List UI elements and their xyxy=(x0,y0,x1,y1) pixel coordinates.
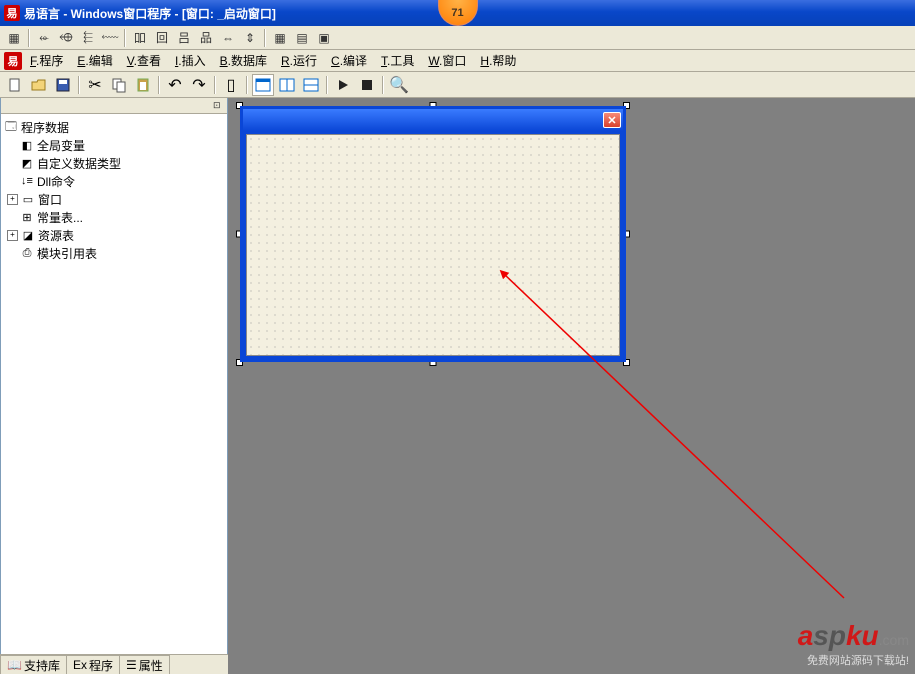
pin-icon[interactable]: ⊡ xyxy=(213,100,225,112)
save-icon[interactable] xyxy=(52,74,74,96)
separator xyxy=(28,29,30,47)
tab-program[interactable]: Ex程序 xyxy=(66,655,120,674)
book-icon: 📖 xyxy=(7,658,22,672)
watermark-brand: aspku.com xyxy=(798,620,909,652)
menu-window[interactable]: W.窗口 xyxy=(422,50,472,71)
tree-node-types[interactable]: ◩自定义数据类型 xyxy=(3,154,225,172)
design-form-window[interactable]: ✕ xyxy=(240,106,626,362)
watermark: aspku.com 免费网站源码下载站! xyxy=(798,620,909,668)
align-right-icon[interactable]: ⬲ xyxy=(56,28,76,48)
copy-icon[interactable] xyxy=(108,74,130,96)
code-icon: Ex xyxy=(73,658,87,672)
tree-node-const[interactable]: ⊞常量表... xyxy=(3,208,225,226)
paste-icon[interactable] xyxy=(132,74,154,96)
separator xyxy=(246,76,248,94)
bookmark-icon[interactable]: ▯ xyxy=(220,74,242,96)
equal-w-icon[interactable]: ⇔ xyxy=(218,28,238,48)
view-form-icon[interactable] xyxy=(252,74,274,96)
center-h-icon[interactable]: 吕 xyxy=(174,28,194,48)
window-titlebar: 易 易语言 - Windows窗口程序 - [窗口: _启动窗口] 71 xyxy=(0,0,915,26)
tb1-btn-1[interactable]: ▦ xyxy=(4,28,24,48)
align-top-icon[interactable]: ⬱ xyxy=(78,28,98,48)
badge: 71 xyxy=(438,0,478,26)
separator xyxy=(124,29,126,47)
dll-icon: ↓≡ xyxy=(19,174,35,188)
tab-support[interactable]: 📖支持库 xyxy=(0,655,67,674)
design-form-titlebar[interactable]: ✕ xyxy=(243,109,623,131)
run-icon[interactable] xyxy=(332,74,354,96)
lock-icon[interactable]: ▣ xyxy=(314,28,334,48)
open-icon[interactable] xyxy=(28,74,50,96)
cut-icon[interactable]: ✂ xyxy=(84,74,106,96)
menu-help[interactable]: H.帮助 xyxy=(474,50,522,71)
folder-icon: 🗔 xyxy=(3,120,19,134)
menu-db[interactable]: B.数据库 xyxy=(214,50,273,71)
menu-edit[interactable]: E.编辑 xyxy=(71,50,118,71)
res-icon: ◪ xyxy=(20,228,36,242)
find-icon[interactable]: 🔍 xyxy=(388,74,410,96)
center-v-icon[interactable]: 品 xyxy=(196,28,216,48)
watermark-subtitle: 免费网站源码下载站! xyxy=(798,652,909,668)
tree-header: ⊡ xyxy=(1,98,227,114)
form-selection[interactable]: ✕ xyxy=(240,106,626,362)
design-form-client[interactable] xyxy=(246,134,620,356)
tree-node-windows[interactable]: +▭窗口 xyxy=(3,190,225,208)
menu-insert[interactable]: I.插入 xyxy=(169,50,212,71)
grid-icon[interactable]: ▦ xyxy=(270,28,290,48)
dist-v-icon[interactable]: 回 xyxy=(152,28,172,48)
menu-compile[interactable]: C.编译 xyxy=(325,50,373,71)
separator xyxy=(382,76,384,94)
menu-file[interactable]: F.程序 xyxy=(24,50,69,71)
project-tree-panel: ⊡ 🗔程序数据 ◧全局变量 ◩自定义数据类型 ↓≡Dll命令 +▭窗口 ⊞常量表… xyxy=(0,98,228,674)
view-split-icon[interactable] xyxy=(276,74,298,96)
app-icon: 易 xyxy=(4,5,20,21)
e-logo-icon: 易 xyxy=(4,52,22,70)
main-area: ⊡ 🗔程序数据 ◧全局变量 ◩自定义数据类型 ↓≡Dll命令 +▭窗口 ⊞常量表… xyxy=(0,98,915,674)
module-icon: ⎙ xyxy=(19,246,35,260)
window-icon: ▭ xyxy=(20,192,36,206)
separator xyxy=(78,76,80,94)
view-code-icon[interactable] xyxy=(300,74,322,96)
var-icon: ◧ xyxy=(19,138,35,152)
tree-node-res[interactable]: +◪资源表 xyxy=(3,226,225,244)
tree-node-globals[interactable]: ◧全局变量 xyxy=(3,136,225,154)
const-icon: ⊞ xyxy=(19,210,35,224)
equal-h-icon[interactable]: ⇕ xyxy=(240,28,260,48)
expand-icon[interactable]: + xyxy=(7,230,18,241)
align-left-icon[interactable]: ⬰ xyxy=(34,28,54,48)
tree-root[interactable]: 🗔程序数据 xyxy=(3,118,225,136)
tree-node-mod[interactable]: ⎙模块引用表 xyxy=(3,244,225,262)
menu-run[interactable]: R.运行 xyxy=(275,50,323,71)
snap-icon[interactable]: ▤ xyxy=(292,28,312,48)
separator xyxy=(158,76,160,94)
new-icon[interactable] xyxy=(4,74,26,96)
menu-tools[interactable]: T.工具 xyxy=(375,50,420,71)
form-designer-canvas[interactable]: ✕ xyxy=(228,98,915,674)
undo-icon[interactable]: ↶ xyxy=(164,74,186,96)
toolbar-standard: ✂ ↶ ↷ ▯ 🔍 xyxy=(0,72,915,98)
separator xyxy=(326,76,328,94)
align-bottom-icon[interactable]: ⬳ xyxy=(100,28,120,48)
toolbar-alignment: ▦ ⬰ ⬲ ⬱ ⬳ 吅 回 吕 品 ⇔ ⇕ ▦ ▤ ▣ xyxy=(0,26,915,50)
expand-icon[interactable]: + xyxy=(7,194,18,205)
tab-props[interactable]: ☰属性 xyxy=(119,655,170,674)
separator xyxy=(264,29,266,47)
props-icon: ☰ xyxy=(126,658,137,672)
dist-h-icon[interactable]: 吅 xyxy=(130,28,150,48)
type-icon: ◩ xyxy=(19,156,35,170)
menu-bar: 易 F.程序 E.编辑 V.查看 I.插入 B.数据库 R.运行 C.编译 T.… xyxy=(0,50,915,72)
close-icon[interactable]: ✕ xyxy=(603,112,621,128)
window-title: 易语言 - Windows窗口程序 - [窗口: _启动窗口] xyxy=(24,5,276,22)
tree-bottom-tabs: 📖支持库 Ex程序 ☰属性 xyxy=(0,654,228,674)
separator xyxy=(214,76,216,94)
tree-body[interactable]: 🗔程序数据 ◧全局变量 ◩自定义数据类型 ↓≡Dll命令 +▭窗口 ⊞常量表..… xyxy=(1,114,227,673)
redo-icon[interactable]: ↷ xyxy=(188,74,210,96)
tree-node-dll[interactable]: ↓≡Dll命令 xyxy=(3,172,225,190)
menu-view[interactable]: V.查看 xyxy=(121,50,167,71)
stop-icon[interactable] xyxy=(356,74,378,96)
